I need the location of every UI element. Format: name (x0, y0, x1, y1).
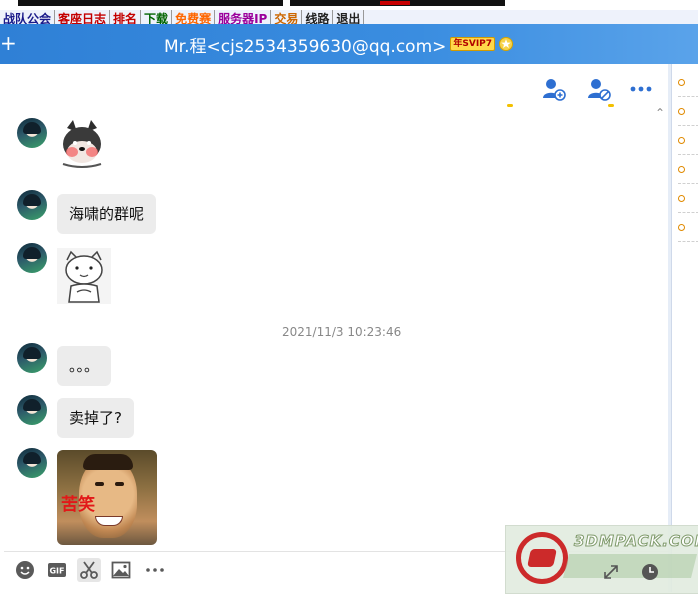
sidebar-item[interactable]: 个 (678, 213, 698, 242)
chat-title-bar: + Mr.程<cjs2534359630@qq.com> 年SVIP7 (0, 24, 698, 64)
right-sidebar: 聊 传 名 音 城 个 (671, 64, 698, 592)
browser-tab-strip (0, 0, 698, 8)
expand-button[interactable]: + (0, 30, 17, 56)
image-caption: 苦笑 (61, 495, 95, 515)
avatar[interactable] (17, 118, 47, 148)
bullet-icon (678, 166, 685, 173)
avatar[interactable] (17, 395, 47, 425)
cat-sticker[interactable] (57, 248, 111, 304)
sidebar-item[interactable]: 传 (678, 97, 698, 126)
more-dots-icon[interactable] (143, 558, 167, 582)
sidebar-item[interactable]: 城 (678, 184, 698, 213)
avatar[interactable] (17, 343, 47, 373)
sidebar-item[interactable]: 聊 (678, 68, 698, 97)
level-star-icon (499, 37, 514, 51)
collapse-caret-icon[interactable]: ⌃ (655, 106, 665, 120)
block-user-icon[interactable] (586, 76, 612, 102)
expand-icon[interactable] (601, 562, 621, 582)
watermark-text: 3DMPACK.COM (574, 532, 698, 551)
dog-sticker[interactable] (57, 118, 107, 170)
title-group: Mr.程<cjs2534359630@qq.com> 年SVIP7 (164, 32, 514, 57)
watermark-band (563, 554, 697, 578)
avatar[interactable] (17, 190, 47, 220)
avatar[interactable] (17, 243, 47, 273)
tooltip-marker (507, 104, 513, 107)
browser-tab[interactable] (18, 0, 283, 6)
contact-title: Mr.程<cjs2534359630@qq.com> (164, 36, 447, 57)
message-timestamp: 2021/11/3 10:23:46 (282, 325, 402, 339)
sidebar-item[interactable]: 名 (678, 126, 698, 155)
image-icon[interactable] (109, 558, 133, 582)
image-message[interactable]: 苦笑 (57, 450, 157, 545)
watermark-emblem (516, 532, 568, 584)
bullet-icon (678, 108, 685, 115)
gif-icon[interactable]: GIF (45, 558, 69, 582)
avatar[interactable] (17, 448, 47, 478)
eye-graphic (115, 482, 124, 486)
bullet-icon (678, 137, 685, 144)
bullet-icon (678, 79, 685, 86)
message-bubble[interactable]: 卖掉了? (57, 398, 134, 438)
svip-badge: 年SVIP7 (450, 37, 496, 51)
eye-graphic (95, 482, 104, 486)
add-friend-icon[interactable] (541, 76, 567, 102)
sidebar-item[interactable]: 音 (678, 155, 698, 184)
bullet-icon (678, 224, 685, 231)
history-clock-icon[interactable] (640, 562, 660, 582)
gif-label: GIF (49, 567, 64, 576)
browser-tab[interactable] (290, 0, 505, 6)
message-bubble[interactable]: 。。。 (57, 346, 112, 386)
message-bubble[interactable]: 海啸的群呢 (57, 194, 157, 234)
more-icon[interactable] (628, 76, 654, 102)
tab-indicator (380, 1, 410, 5)
emoji-icon[interactable] (13, 558, 37, 582)
bullet-icon (678, 195, 685, 202)
tooltip-marker (608, 104, 614, 107)
scissors-icon[interactable] (77, 558, 101, 582)
site-watermark-logo: 3DMPACK.COM (505, 525, 698, 594)
hair-graphic (83, 454, 133, 470)
